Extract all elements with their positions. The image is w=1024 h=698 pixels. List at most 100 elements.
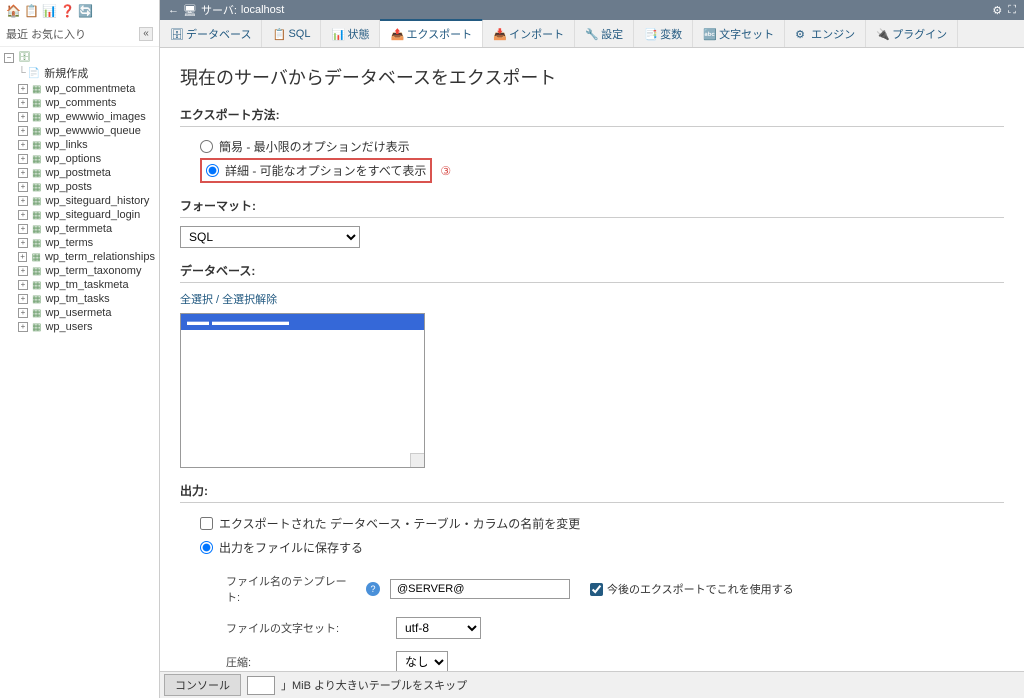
tree-table-item[interactable]: +▦wp_commentmeta [2,82,157,96]
expand-toggle[interactable]: + [18,224,28,234]
tab-インポート[interactable]: 📥インポート [483,20,575,47]
tree-table-item[interactable]: +▦wp_ewwwio_images [2,110,157,124]
tree-table-item[interactable]: +▦wp_tm_tasks [2,292,157,306]
save-file-radio[interactable] [200,541,213,554]
tree-table-item[interactable]: +▦wp_siteguard_history [2,194,157,208]
future-use-checkbox[interactable] [590,583,603,596]
tree-table-item[interactable]: +▦wp_term_taxonomy [2,264,157,278]
expand-toggle[interactable]: + [18,126,28,136]
databases-heading: データベース: [180,262,1004,283]
collapse-button[interactable]: « [139,27,153,41]
compression-label: 圧縮: [226,654,356,670]
export-method-heading: エクスポート方法: [180,106,1004,127]
custom-label[interactable]: 詳細 - 可能なオプションをすべて表示 [225,162,426,179]
expand-toggle[interactable]: + [18,140,28,150]
expand-toggle[interactable]: + [18,238,28,248]
compression-select[interactable]: なし [396,651,448,673]
tree-table-item[interactable]: +▦wp_terms [2,236,157,250]
home-icon[interactable]: 🏠 [6,4,20,18]
rename-checkbox[interactable] [200,517,213,530]
tab-icon: ⚙ [795,28,807,40]
deselect-all-link[interactable]: 全選択解除 [222,294,277,306]
list-item[interactable]: ▬▬ ▬▬▬▬▬▬▬ [181,314,424,330]
tab-icon: 📋 [272,28,284,40]
skip-large-label: 」MiB より大きいテーブルをスキップ [281,677,467,693]
tab-データベース[interactable]: 🗄データベース [160,20,262,47]
tab-設定[interactable]: 🔧設定 [575,20,634,47]
expand-toggle[interactable]: + [18,308,28,318]
expand-toggle[interactable]: + [18,84,28,94]
tab-エクスポート[interactable]: 📤エクスポート [380,19,483,47]
tree-table-item[interactable]: +▦wp_termmeta [2,222,157,236]
tree-table-item[interactable]: +▦wp_users [2,320,157,334]
expand-toggle[interactable]: + [18,154,28,164]
format-select[interactable]: SQL [180,226,360,248]
tree-table-item[interactable]: +▦wp_comments [2,96,157,110]
tree-table-item[interactable]: +▦wp_tm_taskmeta [2,278,157,292]
help-icon[interactable]: ? [366,582,380,596]
expand-toggle[interactable]: + [18,266,28,276]
quick-label[interactable]: 簡易 - 最小限のオプションだけ表示 [219,138,410,155]
tab-エンジン[interactable]: ⚙エンジン [785,20,866,47]
database-listbox[interactable]: ▬▬ ▬▬▬▬▬▬▬ [180,313,425,468]
tab-状態[interactable]: 📊状態 [321,20,380,47]
expand-toggle[interactable]: + [18,98,28,108]
favorites-label[interactable]: お気に入り [31,29,86,41]
mib-input[interactable] [247,676,275,695]
tree-table-item[interactable]: +▦wp_usermeta [2,306,157,320]
expand-toggle[interactable]: + [18,252,28,262]
recent-label[interactable]: 最近 [6,29,28,41]
docs-icon[interactable]: ❓ [60,4,74,18]
tree-table-item[interactable]: +▦wp_siteguard_login [2,208,157,222]
output-heading: 出力: [180,482,1004,503]
tab-icon: 📥 [493,28,505,40]
save-file-label[interactable]: 出力をファイルに保存する [219,539,363,556]
tree-table-item[interactable]: +▦wp_links [2,138,157,152]
rename-label[interactable]: エクスポートされた データベース・テーブル・カラムの名前を変更 [219,515,580,532]
quick-radio[interactable] [200,140,213,153]
expand-toggle[interactable]: + [18,168,28,178]
console-tab[interactable]: コンソール [164,674,241,696]
tab-プラグイン[interactable]: 🔌プラグイン [866,20,958,47]
server-header: ← 🖥 サーバ: localhost ⚙ ⛶ [160,0,1024,20]
annotation-3: ③ [440,164,451,178]
resize-handle[interactable] [410,453,424,467]
tree-table-item[interactable]: +▦wp_term_relationships [2,250,157,264]
gear-icon[interactable]: ⚙ [992,4,1002,17]
filename-template-input[interactable] [390,579,570,599]
status-icon[interactable]: 📊 [42,4,56,18]
reload-icon[interactable]: 🔄 [78,4,92,18]
tab-SQL[interactable]: 📋SQL [262,20,321,47]
db-tree: − 🗄 └ 📄 新規作成 +▦wp_commentmeta+▦wp_commen… [0,47,159,698]
tab-icon: 🔧 [585,28,597,40]
tree-table-item[interactable]: +▦wp_postmeta [2,166,157,180]
main-tabs: 🗄データベース📋SQL📊状態📤エクスポート📥インポート🔧設定📑変数🔤文字セット⚙… [160,20,1024,48]
filename-template-label: ファイル名のテンプレート: [226,573,356,605]
tree-table-item[interactable]: +▦wp_ewwwio_queue [2,124,157,138]
tab-icon: 🗄 [170,28,182,40]
expand-toggle[interactable]: + [18,182,28,192]
tab-文字セット[interactable]: 🔤文字セット [693,20,785,47]
expand-toggle[interactable]: + [18,196,28,206]
sidebar-toolbar: 🏠 📋 📊 ❓ 🔄 [0,0,159,22]
select-all-link[interactable]: 全選択 [180,294,213,306]
tab-icon: 📤 [390,28,402,40]
tree-table-item[interactable]: +▦wp_posts [2,180,157,194]
tab-icon: 🔌 [876,28,888,40]
expand-toggle[interactable]: + [18,294,28,304]
expand-toggle[interactable]: + [18,112,28,122]
tree-table-item[interactable]: +▦wp_options [2,152,157,166]
expand-toggle[interactable]: − [4,53,14,63]
page-title: 現在のサーバからデータベースをエクスポート [180,64,1004,90]
future-use-label[interactable]: 今後のエクスポートでこれを使用する [607,581,794,597]
server-icon: 🖥 [183,4,197,17]
tab-変数[interactable]: 📑変数 [634,20,693,47]
expand-toggle[interactable]: + [18,322,28,332]
fullscreen-icon[interactable]: ⛶ [1008,4,1016,17]
expand-toggle[interactable]: + [18,280,28,290]
tree-new[interactable]: 新規作成 [44,65,88,81]
expand-toggle[interactable]: + [18,210,28,220]
sql-icon[interactable]: 📋 [24,4,38,18]
custom-radio[interactable] [206,164,219,177]
charset-select[interactable]: utf-8 [396,617,481,639]
